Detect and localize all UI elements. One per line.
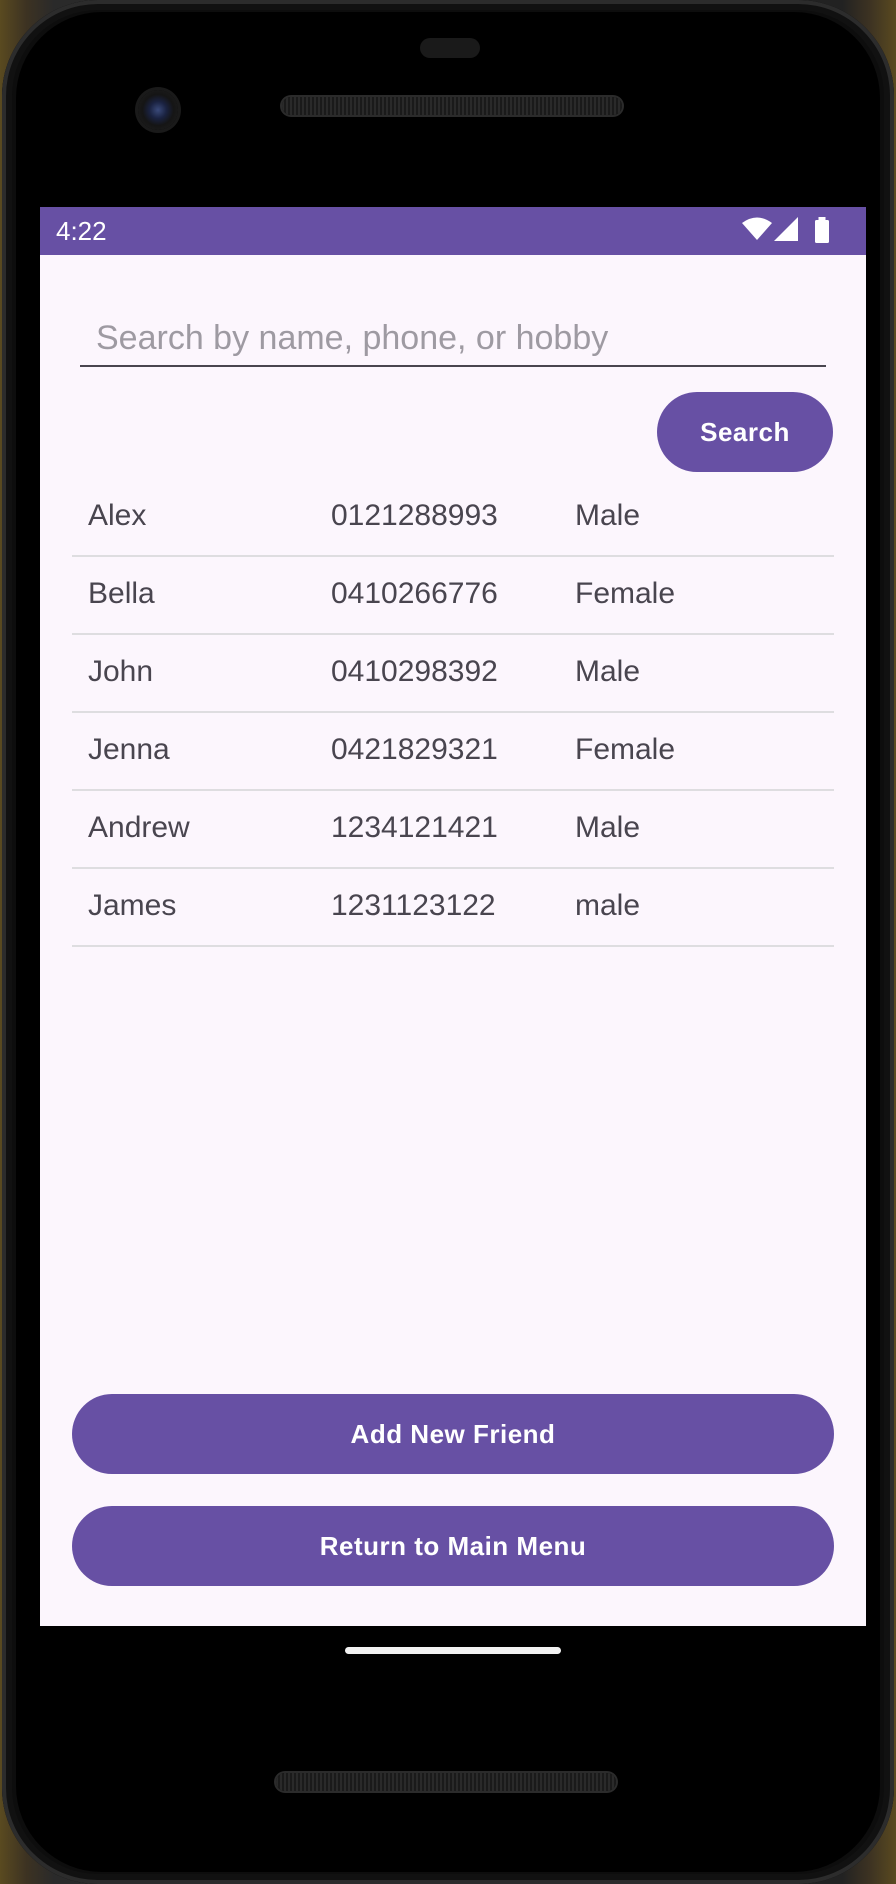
friend-phone: 0410298392 <box>331 655 498 688</box>
top-speaker-grille <box>282 97 622 115</box>
home-gesture-bar[interactable] <box>345 1647 561 1654</box>
friend-name: Bella <box>88 577 155 610</box>
status-time: 4:22 <box>56 216 107 246</box>
friend-row-james[interactable]: James 1231123122 male <box>72 869 834 947</box>
friend-phone: 0421829321 <box>331 733 498 766</box>
search-button[interactable]: Search <box>657 392 833 472</box>
cellular-signal-icon <box>774 217 798 241</box>
friend-row-bella[interactable]: Bella 0410266776 Female <box>72 557 834 635</box>
friend-row-jenna[interactable]: Jenna 0421829321 Female <box>72 713 834 791</box>
friend-row-alex[interactable]: Alex 0121288993 Male <box>72 479 834 557</box>
friend-gender: Female <box>575 577 676 610</box>
status-bar: 4:22 <box>40 207 866 255</box>
friend-name: John <box>88 655 154 688</box>
return-to-main-menu-button[interactable]: Return to Main Menu <box>72 1506 834 1586</box>
friend-gender: Female <box>575 733 676 766</box>
friend-name: Jenna <box>88 733 170 766</box>
battery-icon <box>815 217 829 243</box>
friend-gender: male <box>575 889 641 922</box>
friend-phone: 1234121421 <box>331 811 498 844</box>
friend-name: Alex <box>88 499 147 532</box>
friend-gender: Male <box>575 499 641 532</box>
friend-gender: Male <box>575 811 641 844</box>
front-camera <box>138 90 178 130</box>
bottom-speaker-grille <box>276 1773 616 1791</box>
friend-search-page: Search Alex 0121288993 Male Bella 041026… <box>40 255 866 1626</box>
add-new-friend-button[interactable]: Add New Friend <box>72 1394 834 1474</box>
friend-row-john[interactable]: John 0410298392 Male <box>72 635 834 713</box>
friend-row-andrew[interactable]: Andrew 1234121421 Male <box>72 791 834 869</box>
friend-phone: 0410266776 <box>331 577 498 610</box>
search-input[interactable] <box>80 311 826 367</box>
friend-phone: 1231123122 <box>331 889 496 922</box>
earpiece-slot <box>420 38 480 58</box>
wifi-icon <box>742 217 772 240</box>
app-screen: 4:22 Search Alex 0121288993 Male Bell <box>40 207 866 1626</box>
friend-gender: Male <box>575 655 641 688</box>
friend-name: Andrew <box>88 811 190 844</box>
friend-name: James <box>88 889 177 922</box>
friend-phone: 0121288993 <box>331 499 498 532</box>
friend-list: Alex 0121288993 Male Bella 0410266776 Fe… <box>72 479 834 947</box>
